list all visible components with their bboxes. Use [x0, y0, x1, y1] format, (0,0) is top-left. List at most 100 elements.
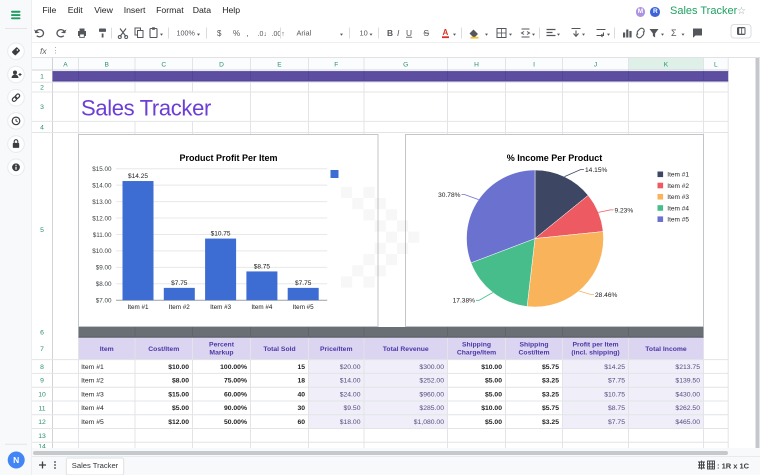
svg-text:$14.25: $14.25	[128, 173, 148, 180]
svg-text:1: 1	[40, 74, 44, 81]
svg-text:$252.00: $252.00	[419, 378, 444, 385]
svg-text:L: L	[714, 62, 718, 69]
svg-text:$8.00: $8.00	[171, 378, 188, 385]
svg-text:Item #2: Item #2	[667, 183, 689, 190]
svg-text:30.78%: 30.78%	[438, 192, 461, 199]
svg-text:$24.00: $24.00	[339, 391, 360, 398]
svg-text:Shipping: Shipping	[519, 342, 548, 349]
svg-text:75.00%: 75.00%	[223, 378, 246, 385]
svg-text:$213.75: $213.75	[675, 364, 700, 371]
svg-text:$7.00: $7.00	[95, 298, 111, 305]
svg-text:100%: 100%	[176, 29, 195, 38]
svg-text:10: 10	[38, 392, 46, 399]
svg-text:B: B	[104, 62, 109, 69]
svg-text:10: 10	[359, 29, 367, 38]
svg-text:$10.00: $10.00	[481, 364, 502, 371]
svg-text:$14.25: $14.25	[604, 364, 625, 371]
svg-text:$285.00: $285.00	[419, 405, 444, 412]
svg-text:$: $	[217, 29, 222, 38]
svg-text:Shipping: Shipping	[461, 342, 490, 349]
svg-text:Item #5: Item #5	[292, 304, 313, 311]
svg-text:6: 6	[40, 330, 44, 337]
svg-text:Item #4: Item #4	[667, 205, 689, 212]
svg-text:$9.00: $9.00	[95, 265, 111, 272]
svg-text:$5.75: $5.75	[541, 364, 558, 371]
svg-text:$10.75: $10.75	[210, 231, 230, 238]
svg-text:Sales Tracker: Sales Tracker	[81, 95, 211, 120]
svg-text:9: 9	[40, 378, 44, 385]
svg-text:$7.75: $7.75	[171, 280, 188, 287]
svg-text:$5.00: $5.00	[484, 391, 501, 398]
svg-text:Cost/Item: Cost/Item	[148, 346, 179, 353]
svg-text:$20.00: $20.00	[339, 364, 360, 371]
svg-text:Profit per Item: Profit per Item	[572, 342, 618, 349]
svg-text:$8.75: $8.75	[607, 405, 624, 412]
svg-text:18: 18	[297, 378, 305, 385]
svg-text:28.46%: 28.46%	[595, 292, 618, 299]
svg-text:3: 3	[40, 104, 44, 111]
svg-text:I: I	[397, 28, 400, 38]
svg-text:$7.75: $7.75	[607, 419, 624, 426]
svg-text:$5.00: $5.00	[484, 419, 501, 426]
svg-text:40: 40	[297, 391, 305, 398]
svg-text:13: 13	[38, 433, 46, 440]
svg-text:G: G	[403, 62, 408, 69]
svg-text:$139.50: $139.50	[675, 378, 700, 385]
svg-text:Item #2: Item #2	[168, 304, 189, 311]
svg-text:7: 7	[40, 346, 44, 353]
svg-text:5: 5	[40, 227, 44, 234]
svg-text:$960.00: $960.00	[419, 391, 444, 398]
svg-text:Price/Item: Price/Item	[320, 346, 353, 353]
svg-text:A: A	[63, 62, 68, 69]
svg-text:K: K	[663, 62, 668, 69]
svg-text:60: 60	[297, 419, 305, 426]
svg-text:$10.00: $10.00	[168, 364, 189, 371]
svg-text:Product Profit Per Item: Product Profit Per Item	[179, 153, 277, 163]
svg-text:30: 30	[297, 405, 305, 412]
svg-text:$14.00: $14.00	[92, 182, 112, 189]
svg-text:14.15%: 14.15%	[585, 167, 608, 174]
svg-text:$8.75: $8.75	[253, 263, 270, 270]
svg-text:% Income Per Product: % Income Per Product	[506, 153, 602, 163]
svg-text:F: F	[334, 62, 338, 69]
svg-text:Total Sold: Total Sold	[263, 346, 295, 353]
svg-text:$12.00: $12.00	[92, 215, 112, 222]
svg-text:Item: Item	[99, 346, 113, 353]
svg-text:Total Revenue: Total Revenue	[382, 346, 428, 353]
svg-text:,: ,	[246, 29, 248, 38]
svg-text:Cost/Item: Cost/Item	[518, 350, 549, 357]
svg-text:D: D	[219, 62, 224, 69]
svg-text:$3.25: $3.25	[541, 378, 558, 385]
svg-text:9.23%: 9.23%	[614, 207, 633, 214]
svg-text:12: 12	[38, 419, 46, 426]
svg-text:Item #1: Item #1	[81, 364, 104, 371]
svg-text:2: 2	[40, 85, 44, 92]
svg-text:Item #3: Item #3	[210, 304, 231, 311]
svg-text:$15.00: $15.00	[168, 391, 189, 398]
svg-text:Sales Tracker: Sales Tracker	[71, 461, 118, 470]
svg-text:I: I	[533, 62, 535, 69]
svg-text:$10.00: $10.00	[92, 248, 112, 255]
svg-text:Markup: Markup	[209, 350, 233, 357]
svg-text:U: U	[406, 28, 412, 38]
svg-text:100.00%: 100.00%	[220, 364, 247, 371]
svg-text:$10.75: $10.75	[604, 391, 625, 398]
svg-text:C: C	[161, 62, 166, 69]
svg-text:: 1R x 1C: : 1R x 1C	[717, 461, 750, 470]
svg-text:.00↑: .00↑	[271, 31, 284, 38]
svg-text:$430.00: $430.00	[675, 391, 700, 398]
svg-text:$11.00: $11.00	[92, 232, 111, 239]
svg-text:$5.75: $5.75	[541, 405, 558, 412]
svg-text:$14.00: $14.00	[339, 378, 360, 385]
svg-text:Item #3: Item #3	[667, 194, 689, 201]
svg-text:4: 4	[40, 124, 44, 131]
svg-text:11: 11	[38, 405, 45, 412]
svg-text:$465.00: $465.00	[675, 419, 700, 426]
svg-text:N: N	[13, 455, 19, 465]
svg-text:$8.00: $8.00	[95, 281, 111, 288]
svg-text:15: 15	[297, 364, 305, 371]
svg-text:$3.25: $3.25	[541, 419, 558, 426]
svg-text:Percent: Percent	[209, 342, 235, 349]
svg-text:E: E	[277, 62, 282, 69]
svg-text:J: J	[593, 62, 596, 69]
